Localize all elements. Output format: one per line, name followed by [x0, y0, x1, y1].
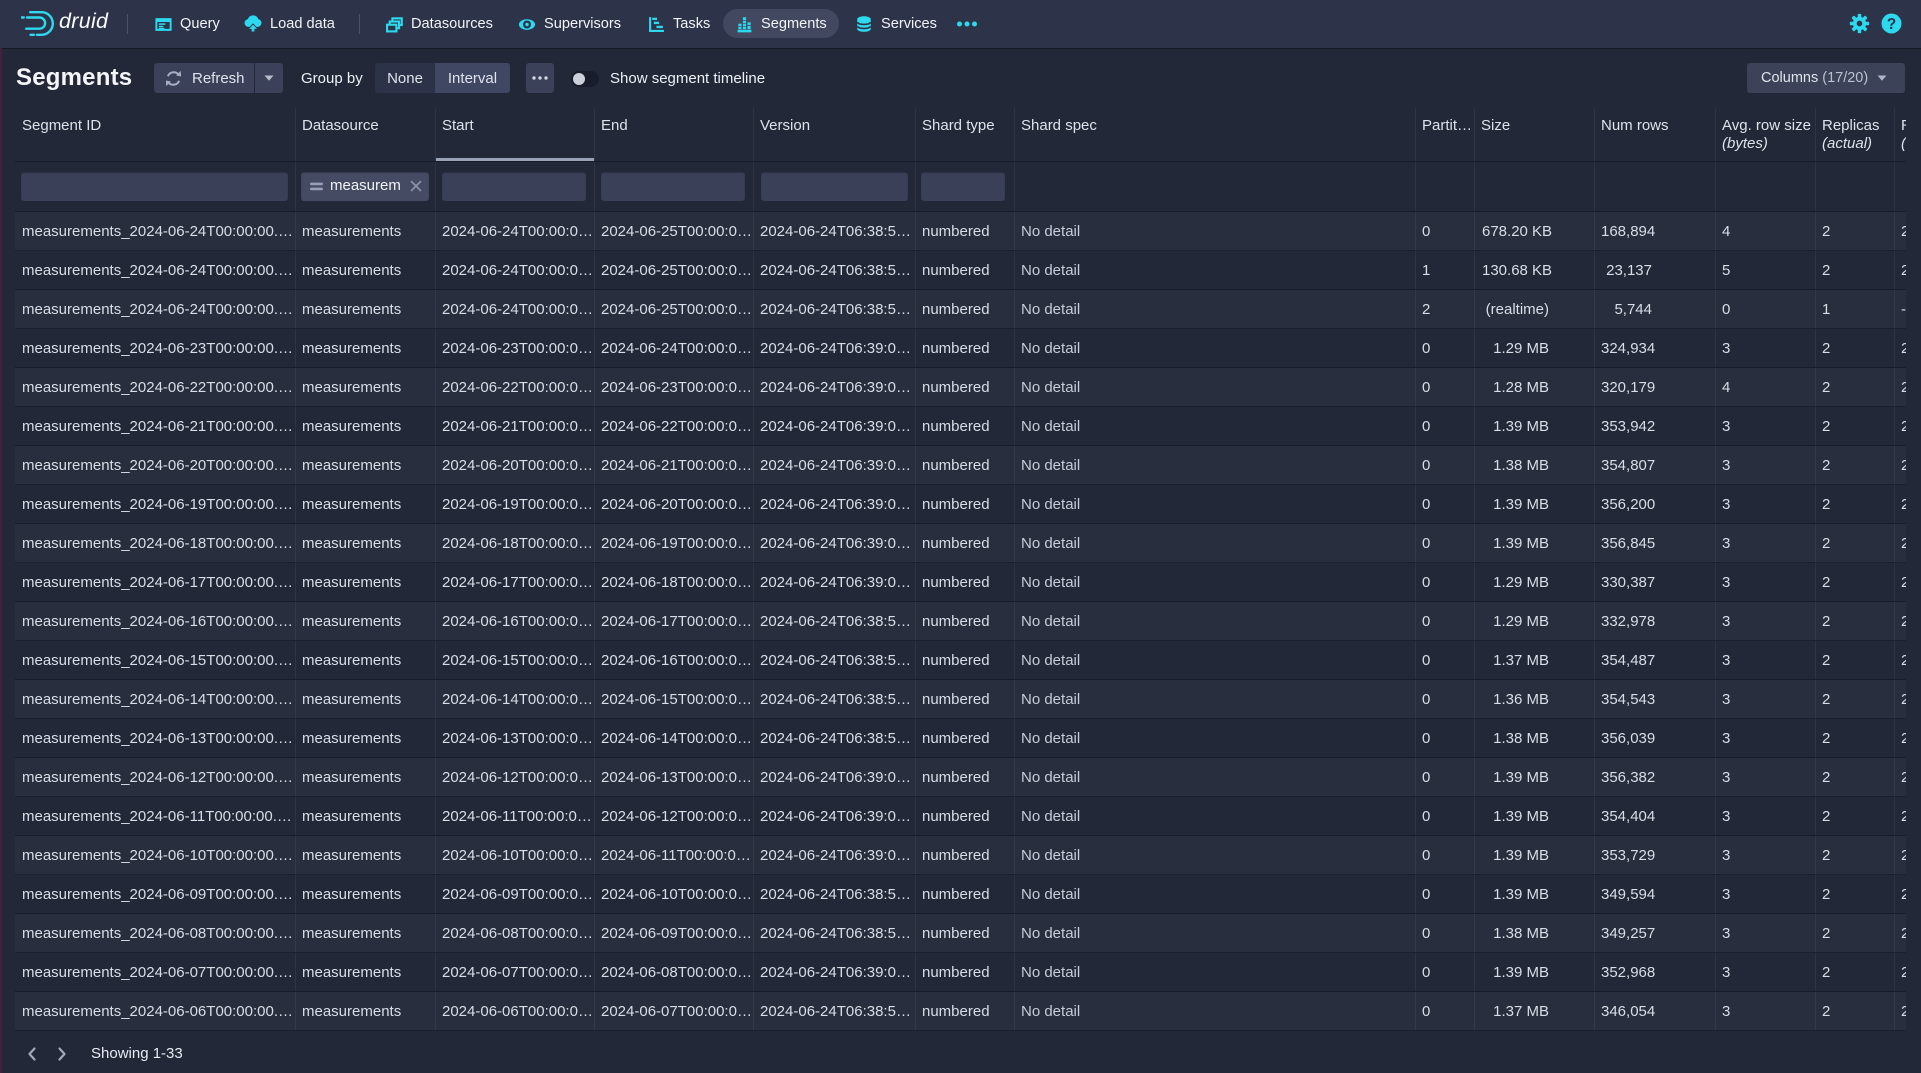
- svg-text:?: ?: [1887, 16, 1896, 33]
